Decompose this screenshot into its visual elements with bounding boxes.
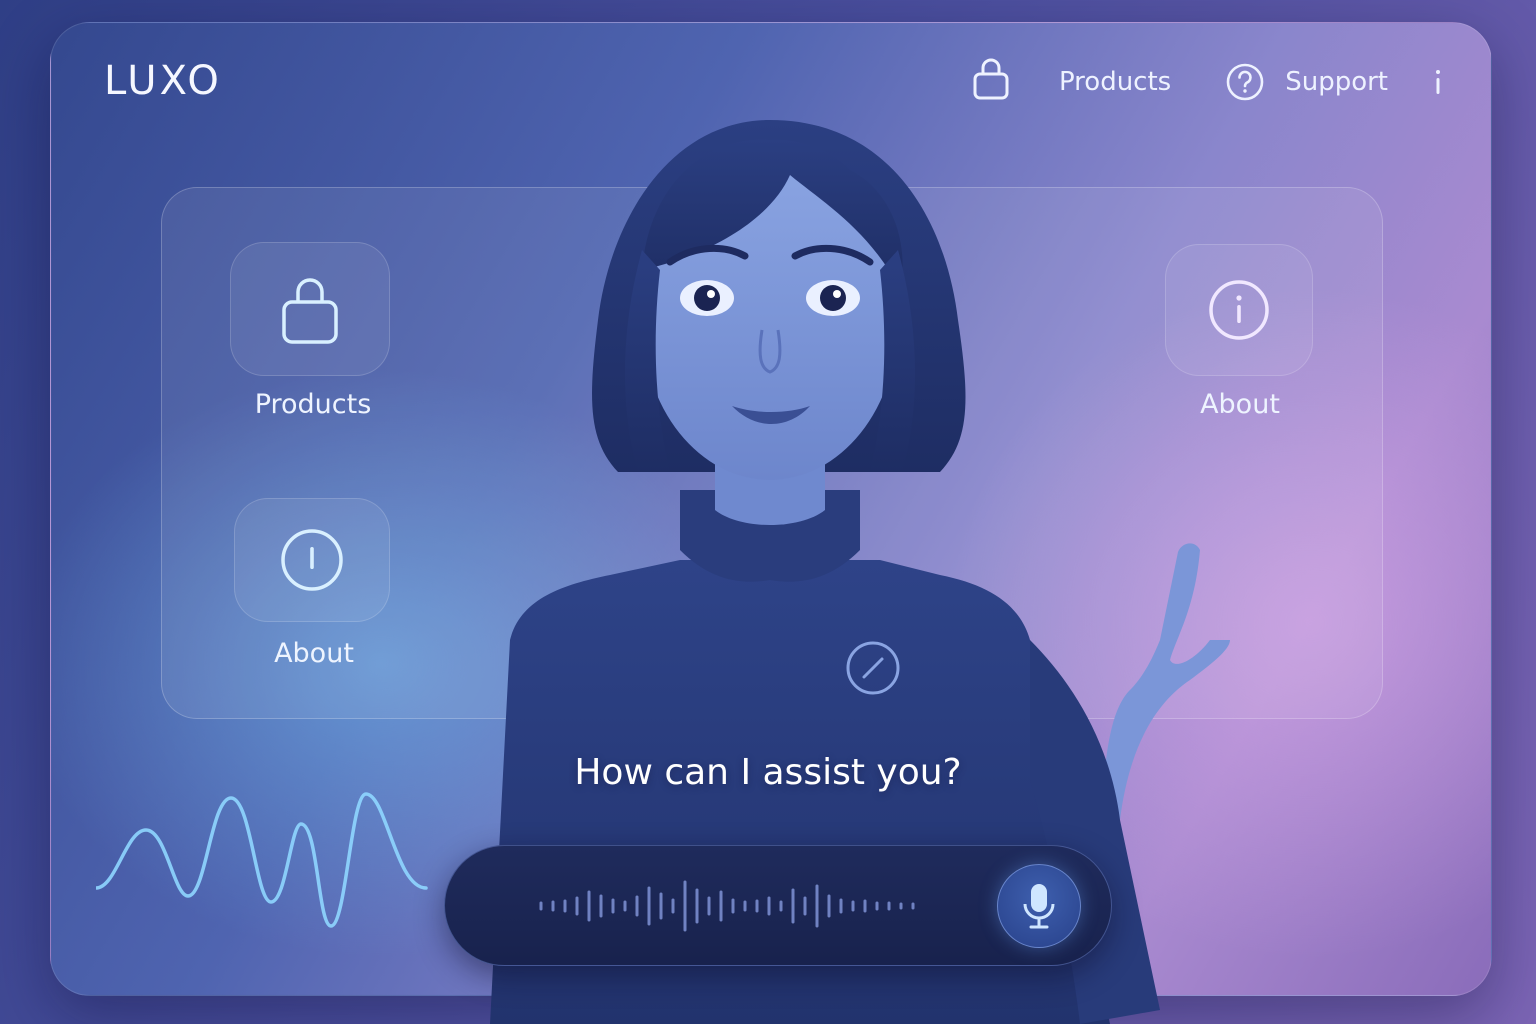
info-circle-icon	[281, 529, 343, 591]
voice-input-bar[interactable]	[444, 845, 1112, 966]
info-icon[interactable]	[1432, 67, 1444, 97]
products-tile-label: Products	[254, 389, 372, 420]
shopping-bag-icon	[282, 278, 338, 344]
nav-support-link[interactable]: Support	[1285, 67, 1388, 97]
microphone-button[interactable]	[997, 864, 1081, 948]
brand-logo[interactable]: LUXO	[104, 58, 222, 104]
voice-activity-wave	[96, 792, 428, 928]
audio-waveform	[539, 880, 915, 932]
about-tile-left[interactable]	[234, 498, 390, 622]
products-tile[interactable]	[230, 242, 390, 376]
about-tile-left-label: About	[274, 638, 354, 669]
microphone-icon	[1023, 884, 1055, 929]
question-circle-icon[interactable]	[1225, 62, 1265, 102]
